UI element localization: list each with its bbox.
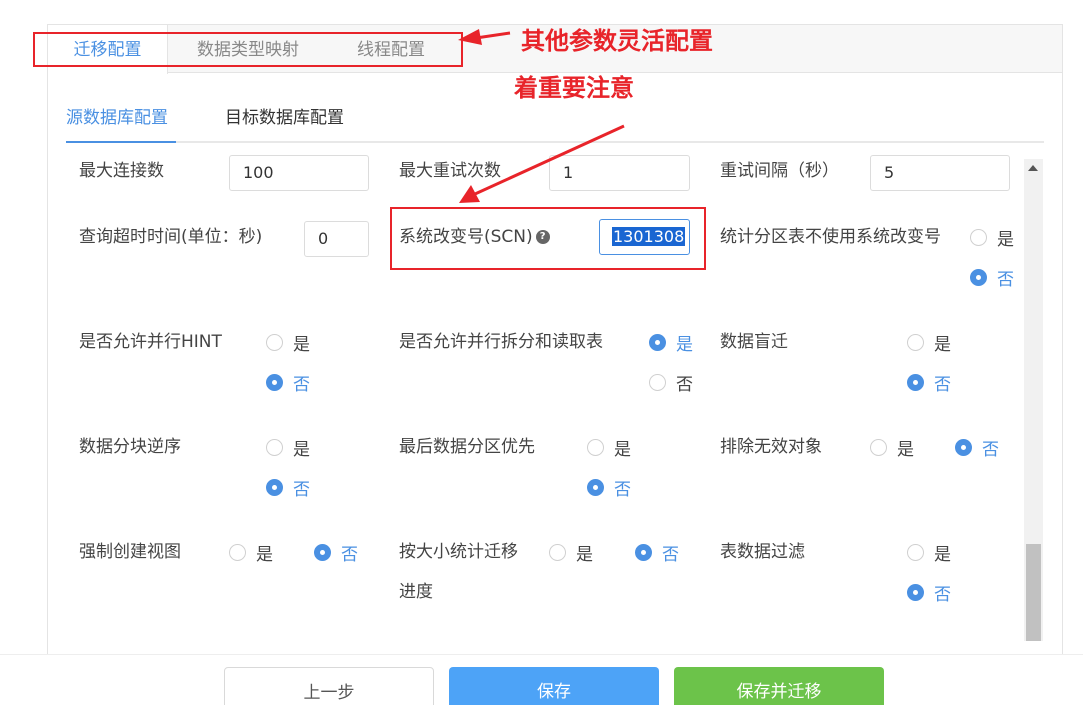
vertical-scrollbar[interactable] [1024,159,1043,641]
radio-checked-icon [587,478,604,496]
blind-migrate-no-radio[interactable]: 否 [907,370,951,395]
annotation-box-tabs [33,32,463,67]
blind-migrate-label: 数据盲迁 [720,332,788,352]
size-progress-label-line2: 进度 [399,582,433,602]
radio-checked-icon [314,543,331,561]
force-view-no-radio[interactable]: 否 [314,540,358,565]
radio-circle-icon [907,333,924,351]
last-partition-label: 最后数据分区优先 [399,437,535,457]
block-reverse-yes-radio[interactable]: 是 [266,435,310,460]
force-view-label: 强制创建视图 [79,542,181,562]
parallel-hint-label: 是否允许并行HINT [79,332,222,352]
query-timeout-input[interactable]: 0 [304,221,369,257]
last-partition-yes-radio[interactable]: 是 [587,435,631,460]
radio-checked-icon [266,478,283,496]
radio-circle-icon [870,438,887,456]
tab-target-db-config[interactable]: 目标数据库配置 [225,97,355,143]
size-progress-yes-radio[interactable]: 是 [549,540,593,565]
parallel-split-yes-radio[interactable]: 是 [649,330,693,355]
max-retry-input[interactable]: 1 [549,155,690,191]
config-panel: 迁移配置 数据类型映射 线程配置 源数据库配置 目标数据库配置 最大连接数 10… [47,24,1063,664]
radio-checked-icon [635,543,652,561]
table-filter-label: 表数据过滤 [720,542,805,562]
max-connections-label: 最大连接数 [79,161,164,181]
radio-circle-icon [266,438,283,456]
blind-migrate-yes-radio[interactable]: 是 [907,330,951,355]
query-timeout-label: 查询超时时间(单位：秒) [79,227,263,247]
annotation-flexible-config: 其他参数灵活配置 [521,27,713,55]
radio-checked-icon [907,583,924,601]
radio-circle-icon [266,333,283,351]
parallel-hint-no-radio[interactable]: 否 [266,370,310,395]
scroll-up-arrow-icon[interactable] [1028,165,1038,171]
radio-checked-icon [266,373,283,391]
footer-bar: 上一步 保存 保存并迁移 [0,654,1083,705]
stat-partition-no-radio[interactable]: 否 [970,265,1014,290]
parallel-split-no-radio[interactable]: 否 [649,370,693,395]
exclude-invalid-yes-radio[interactable]: 是 [870,435,914,460]
max-retry-label: 最大重试次数 [399,161,501,181]
size-progress-no-radio[interactable]: 否 [635,540,679,565]
exclude-invalid-no-radio[interactable]: 否 [955,435,999,460]
radio-circle-icon [587,438,604,456]
retry-interval-label: 重试间隔（秒） [720,161,839,181]
radio-circle-icon [229,543,246,561]
prev-step-button[interactable]: 上一步 [224,667,434,705]
max-connections-input[interactable]: 100 [229,155,369,191]
parallel-hint-yes-radio[interactable]: 是 [266,330,310,355]
table-filter-no-radio[interactable]: 否 [907,580,951,605]
annotation-note-important: 着重要注意 [514,74,634,102]
radio-circle-icon [907,543,924,561]
block-reverse-no-radio[interactable]: 否 [266,475,310,500]
radio-circle-icon [549,543,566,561]
block-reverse-label: 数据分块逆序 [79,437,181,457]
size-progress-label: 按大小统计迁移 [399,542,518,562]
save-and-migrate-button[interactable]: 保存并迁移 [674,667,884,705]
parallel-split-label: 是否允许并行拆分和读取表 [399,332,603,352]
exclude-invalid-label: 排除无效对象 [720,437,822,457]
stat-partition-label: 统计分区表不使用系统改变号 [720,227,941,247]
radio-checked-icon [970,268,987,286]
radio-circle-icon [970,228,987,246]
save-button[interactable]: 保存 [449,667,659,705]
last-partition-no-radio[interactable]: 否 [587,475,631,500]
force-view-yes-radio[interactable]: 是 [229,540,273,565]
radio-checked-icon [955,438,972,456]
stat-partition-yes-radio[interactable]: 是 [970,225,1014,250]
sub-tab-bar: 源数据库配置 目标数据库配置 [66,97,1044,143]
retry-interval-input[interactable]: 5 [870,155,1010,191]
radio-checked-icon [649,333,666,351]
radio-circle-icon [649,373,666,391]
annotation-box-scn [390,207,706,270]
tab-source-db-config[interactable]: 源数据库配置 [66,97,176,143]
scrollbar-thumb[interactable] [1026,544,1041,641]
radio-checked-icon [907,373,924,391]
table-filter-yes-radio[interactable]: 是 [907,540,951,565]
